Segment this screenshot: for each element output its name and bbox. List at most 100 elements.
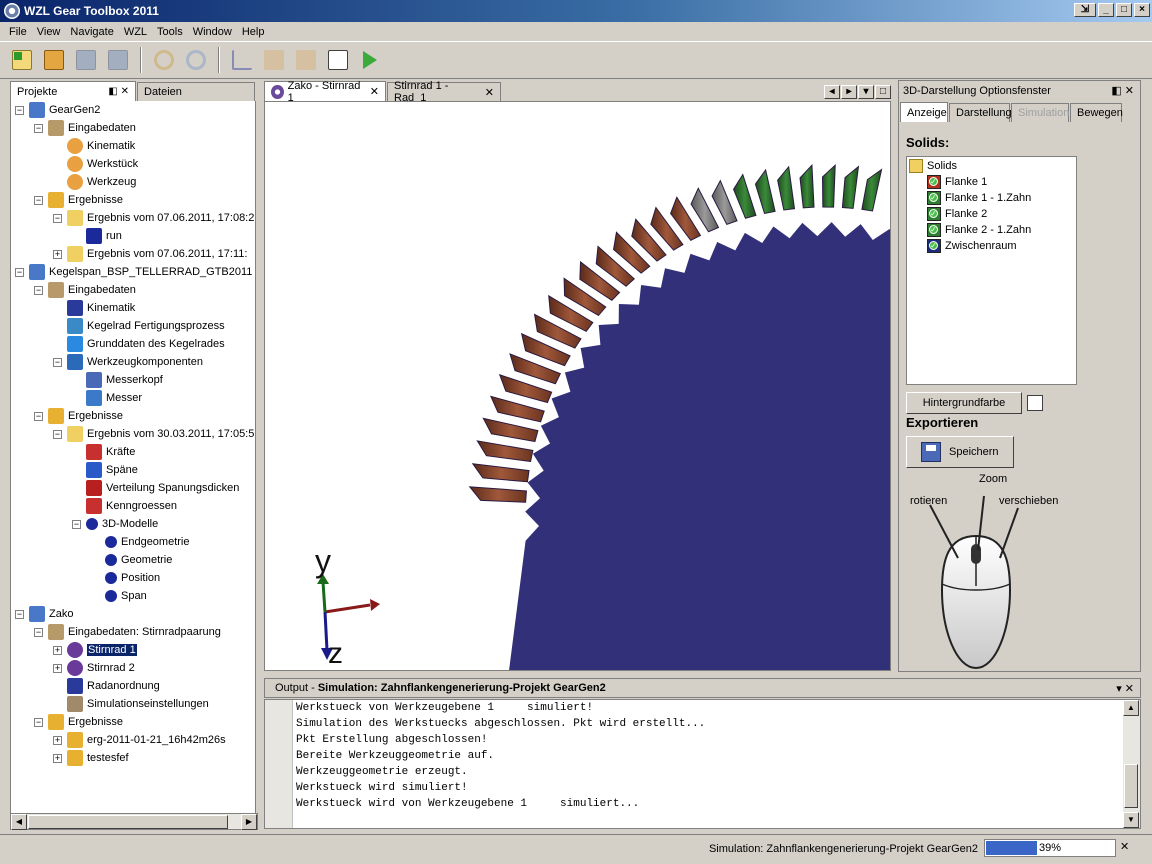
tree-node[interactable]: − Ergebnisse xyxy=(34,407,123,425)
tree-node[interactable]: Position xyxy=(91,569,160,587)
expand-toggle-icon[interactable]: − xyxy=(15,267,24,277)
expand-toggle-icon[interactable]: − xyxy=(34,717,43,727)
scroll-up-icon[interactable]: ▲ xyxy=(1123,700,1139,716)
expand-toggle-icon[interactable]: − xyxy=(34,627,43,637)
expand-toggle-icon[interactable]: − xyxy=(34,195,43,205)
tree-node[interactable]: − Ergebnis vom 07.06.2011, 17:08:2 xyxy=(53,209,254,227)
visibility-check-icon[interactable]: ✓ xyxy=(927,191,941,205)
tree-node[interactable]: − Zako xyxy=(15,605,73,623)
menu-window[interactable]: Window xyxy=(188,26,237,38)
save-all-icon[interactable] xyxy=(104,46,132,74)
maximize-editor-icon[interactable]: □ xyxy=(875,85,891,99)
tree-node[interactable]: − Werkzeugkomponenten xyxy=(53,353,203,371)
tab-files[interactable]: Dateien xyxy=(137,82,255,101)
tab-scroll-right-icon[interactable]: ▸ xyxy=(841,85,857,99)
tree-node[interactable]: + testesfef xyxy=(53,749,129,767)
3d-viewport[interactable]: y z xyxy=(264,101,891,671)
tree-node[interactable]: Kenngroessen xyxy=(72,497,177,515)
redo-icon[interactable] xyxy=(182,46,210,74)
scroll-left-icon[interactable]: ◀ xyxy=(11,814,27,830)
tree-node[interactable]: − 3D-Modelle xyxy=(72,515,158,533)
close-tab-icon[interactable]: ✕ xyxy=(370,85,379,98)
tree-node[interactable]: + Stirnrad 2 xyxy=(53,659,135,677)
expand-toggle-icon[interactable]: − xyxy=(53,213,62,223)
solid-item[interactable]: ✓ Flanke 2 xyxy=(927,206,987,222)
tree-node[interactable]: − Eingabedaten xyxy=(34,119,136,137)
tree-node[interactable]: + Stirnrad 1 xyxy=(53,641,138,659)
expand-toggle-icon[interactable]: + xyxy=(53,753,62,763)
expand-toggle-icon[interactable]: − xyxy=(72,519,81,529)
tree-node[interactable]: Span xyxy=(91,587,147,605)
new-project-icon[interactable] xyxy=(8,46,36,74)
close-button[interactable]: × xyxy=(1134,3,1150,17)
tree-node[interactable]: − Eingabedaten xyxy=(34,281,136,299)
expand-toggle-icon[interactable]: − xyxy=(15,105,24,115)
panel-minimize-icon[interactable]: ◧ ✕ xyxy=(108,86,129,97)
minimize-button[interactable]: _ xyxy=(1098,3,1114,17)
tree-node[interactable]: − Kegelspan_BSP_TELLERRAD_GTB2011 xyxy=(15,263,252,281)
tree-node[interactable]: + Ergebnis vom 07.06.2011, 17:11: xyxy=(53,245,247,263)
close-tab-icon[interactable]: ✕ xyxy=(485,86,494,99)
scrollbar-thumb[interactable] xyxy=(1124,764,1138,808)
tab-zako-stirnrad-1[interactable]: Zako - Stirnrad 1 ✕ xyxy=(264,80,386,104)
expand-toggle-icon[interactable]: − xyxy=(53,429,62,439)
solid-item[interactable]: ✓ Zwischenraum xyxy=(927,238,1017,254)
gear-3d-render[interactable]: y z xyxy=(265,102,891,671)
solids-root[interactable]: Solids xyxy=(909,158,957,174)
tree-node[interactable]: run xyxy=(72,227,122,245)
visibility-check-icon[interactable]: ✓ xyxy=(927,223,941,237)
visibility-check-icon[interactable]: ✓ xyxy=(927,239,941,253)
panel-minimize-icon[interactable]: ▾ ✕ xyxy=(1116,682,1134,695)
export-icon[interactable] xyxy=(292,46,320,74)
menu-tools[interactable]: Tools xyxy=(152,26,188,38)
tree-node[interactable]: Werkzeug xyxy=(53,173,136,191)
tree-node[interactable]: Kinematik xyxy=(53,299,135,317)
tree-node[interactable]: Radanordnung xyxy=(53,677,160,695)
save-icon[interactable] xyxy=(72,46,100,74)
output-scrollbar[interactable]: ▲ ▼ xyxy=(1123,700,1140,828)
menu-help[interactable]: Help xyxy=(237,26,270,38)
background-color-swatch[interactable] xyxy=(1027,395,1043,411)
tree-node[interactable]: Geometrie xyxy=(91,551,172,569)
tree-node[interactable]: Kinematik xyxy=(53,137,135,155)
run-icon[interactable] xyxy=(356,46,384,74)
expand-toggle-icon[interactable]: + xyxy=(53,663,62,673)
solid-item[interactable]: ✓ Flanke 1 - 1.Zahn xyxy=(927,190,1031,206)
tree-node[interactable]: − Ergebnis vom 30.03.2011, 17:05:5 xyxy=(53,425,254,443)
menu-file[interactable]: File xyxy=(4,26,32,38)
tree-node[interactable]: Messer xyxy=(72,389,142,407)
panel-minimize-icon[interactable]: ◧ ✕ xyxy=(1111,84,1134,97)
tree-node[interactable]: − Ergebnisse xyxy=(34,191,123,209)
expand-toggle-icon[interactable]: − xyxy=(53,357,62,367)
expand-toggle-icon[interactable]: − xyxy=(34,123,43,133)
tree-node[interactable]: Grunddaten des Kegelrades xyxy=(53,335,225,353)
tree-node[interactable]: Messerkopf xyxy=(72,371,163,389)
background-color-button[interactable]: Hintergrundfarbe xyxy=(906,392,1022,414)
tree-node[interactable]: Späne xyxy=(72,461,138,479)
tree-node[interactable]: + erg-2011-01-21_16h42m26s xyxy=(53,731,226,749)
save-button[interactable]: Speichern xyxy=(906,436,1014,468)
tree-node[interactable]: Kegelrad Fertigungsprozess xyxy=(53,317,225,335)
expand-toggle-icon[interactable]: + xyxy=(53,645,62,655)
visibility-check-icon[interactable]: ✓ xyxy=(927,175,941,189)
expand-toggle-icon[interactable]: − xyxy=(34,285,43,295)
tree-node[interactable]: − GearGen2 xyxy=(15,101,100,119)
import-icon[interactable] xyxy=(260,46,288,74)
tree-node[interactable]: Werkstück xyxy=(53,155,138,173)
solid-item[interactable]: ✓ Flanke 1 xyxy=(927,174,987,190)
tree-node[interactable]: − Eingabedaten: Stirnradpaarung xyxy=(34,623,221,641)
tab-scroll-left-icon[interactable]: ◂ xyxy=(824,85,840,99)
scroll-down-icon[interactable]: ▼ xyxy=(1123,812,1139,828)
maximize-button[interactable]: □ xyxy=(1116,3,1132,17)
expand-toggle-icon[interactable]: + xyxy=(53,735,62,745)
kinematics-icon[interactable] xyxy=(228,46,256,74)
expand-toggle-icon[interactable]: + xyxy=(53,249,62,259)
solid-item[interactable]: ✓ Flanke 2 - 1.Zahn xyxy=(927,222,1031,238)
tree-node[interactable]: Simulationseinstellungen xyxy=(53,695,209,713)
menu-view[interactable]: View xyxy=(32,26,66,38)
tab-list-icon[interactable]: ▾ xyxy=(858,85,874,99)
preview-icon[interactable] xyxy=(324,46,352,74)
tab-darstellung[interactable]: Darstellung xyxy=(949,103,1012,122)
undo-icon[interactable] xyxy=(150,46,178,74)
tree-node[interactable]: Verteilung Spanungsdicken xyxy=(72,479,239,497)
